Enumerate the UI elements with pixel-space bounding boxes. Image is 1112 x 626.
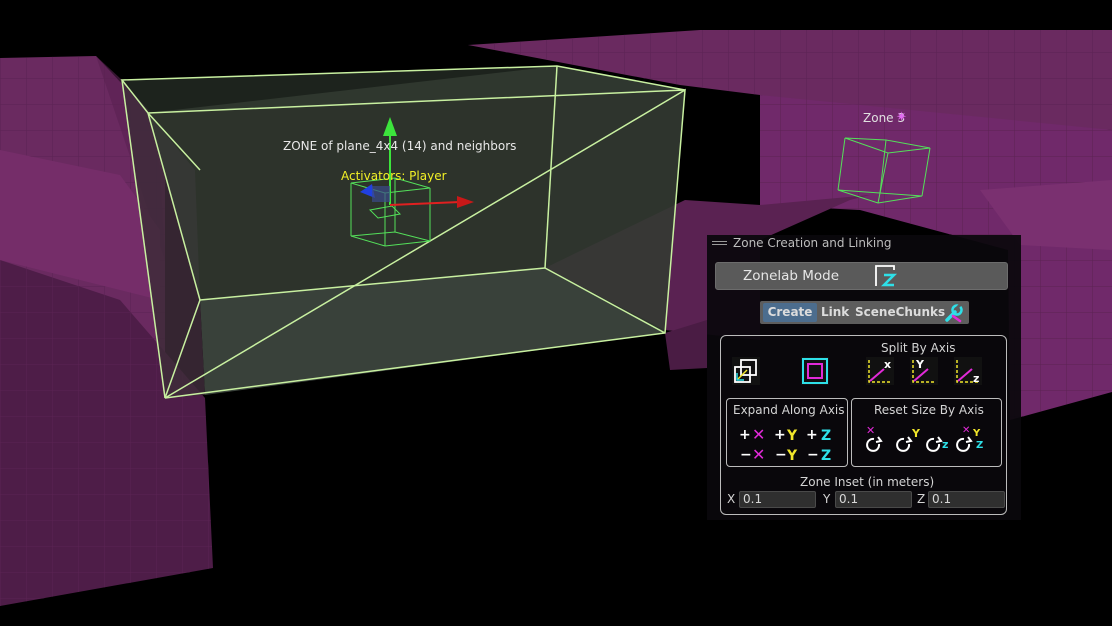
svg-text:z: z: [942, 438, 948, 451]
reset-size-by-axis-label: Reset Size By Axis: [874, 403, 984, 417]
expand-axis-buttons: + ✕ + Y + Z − ✕ − Y − Z: [739, 426, 831, 462]
svg-text:+: +: [739, 427, 751, 443]
reset-z-button[interactable]: z: [926, 436, 948, 452]
reset-y-button[interactable]: Y: [896, 427, 921, 452]
svg-text:+: +: [806, 427, 818, 443]
svg-text:−: −: [740, 447, 752, 462]
reset-all-axes-button[interactable]: ✕ YZ: [956, 425, 983, 452]
svg-text:Y: Y: [972, 428, 981, 439]
zonelab-mode-button[interactable]: Zonelab Mode: [715, 262, 1008, 290]
drag-grip-icon[interactable]: [712, 244, 727, 245]
svg-text:Y: Y: [786, 448, 798, 462]
tab-create[interactable]: Create: [763, 303, 817, 322]
drag-grip-icon[interactable]: [712, 241, 727, 242]
zone-volume[interactable]: [120, 65, 686, 399]
inset-z-label: Z: [917, 492, 926, 506]
svg-text:Z: Z: [976, 440, 983, 451]
activators-label: Activators: Player: [341, 169, 447, 183]
svg-text:x: x: [884, 358, 891, 371]
zone-creation-panel: Zone Creation and Linking Zonelab Mode C…: [707, 235, 1021, 520]
inset-z-field[interactable]: 0.1: [928, 491, 1005, 508]
svg-text:Y: Y: [911, 427, 921, 440]
svg-text:✕: ✕: [866, 424, 875, 437]
svg-text:Z: Z: [821, 428, 831, 444]
create-zone-icon[interactable]: [801, 357, 829, 385]
inset-x-field[interactable]: 0.1: [739, 491, 816, 508]
duplicate-zone-icon[interactable]: [732, 357, 760, 385]
inset-y-label: Y: [823, 492, 831, 506]
expand-along-axis-label: Expand Along Axis: [733, 403, 845, 417]
panel-header[interactable]: Zone Creation and Linking: [707, 235, 1021, 253]
sun-gizmo-icon[interactable]: ✷: [896, 110, 907, 125]
panel-title: Zone Creation and Linking: [733, 236, 892, 250]
svg-text:✕: ✕: [752, 426, 765, 444]
svg-text:Y: Y: [786, 428, 798, 444]
svg-text:✕: ✕: [752, 445, 765, 462]
expand-minus-y-button[interactable]: − Y: [775, 447, 798, 462]
split-by-axis-label: Split By Axis: [881, 341, 956, 355]
inset-x-label: X: [727, 492, 736, 506]
svg-text:−: −: [775, 447, 787, 462]
expand-minus-z-button[interactable]: − Z: [807, 447, 831, 462]
wrench-icon[interactable]: [944, 303, 964, 323]
split-y-icon[interactable]: Y: [910, 357, 938, 385]
expand-minus-x-button[interactable]: − ✕: [740, 445, 765, 462]
zonelab-mode-label: Zonelab Mode: [743, 268, 840, 284]
expand-plus-y-button[interactable]: + Y: [774, 427, 798, 444]
expand-plus-x-button[interactable]: + ✕: [739, 426, 765, 444]
expand-plus-z-button[interactable]: + Z: [806, 427, 831, 444]
reset-axis-buttons: ✕ Y z ✕ YZ: [866, 424, 983, 452]
svg-text:Y: Y: [915, 358, 925, 371]
zone-name-label: ZONE of plane_4x4 (14) and neighbors: [283, 139, 517, 153]
mode-tabs: Create Link SceneChunks: [760, 301, 969, 324]
reset-x-button[interactable]: ✕: [866, 424, 883, 452]
split-z-icon[interactable]: z: [954, 357, 982, 385]
svg-text:z: z: [973, 372, 979, 385]
svg-text:+: +: [774, 427, 786, 443]
svg-text:Z: Z: [821, 448, 831, 462]
zone-inset-label: Zone Inset (in meters): [800, 475, 935, 489]
tab-link[interactable]: Link: [821, 303, 849, 322]
zonelab-z-icon: [875, 265, 898, 287]
svg-text:✕: ✕: [962, 425, 970, 436]
inset-y-field[interactable]: 0.1: [835, 491, 912, 508]
svg-text:−: −: [807, 447, 819, 462]
split-x-icon[interactable]: x: [866, 357, 894, 385]
tab-scenechunks[interactable]: SceneChunks: [855, 303, 945, 322]
